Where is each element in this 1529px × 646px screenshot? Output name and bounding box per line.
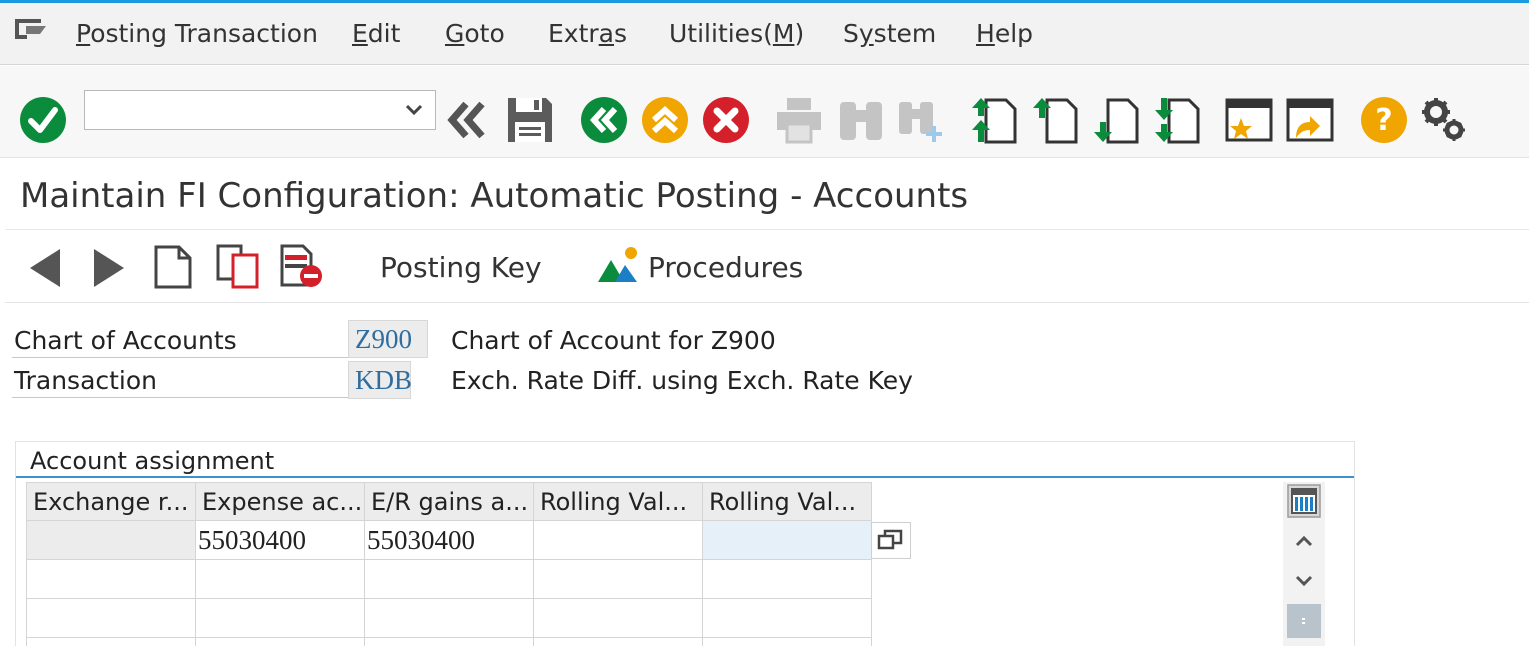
next-page-icon[interactable] xyxy=(1092,96,1140,144)
table-cell[interactable] xyxy=(195,598,365,638)
transaction-underline xyxy=(12,397,354,398)
table-cell[interactable]: 55030400 xyxy=(195,520,365,560)
save-icon[interactable] xyxy=(506,96,554,144)
posting-key-button[interactable]: Posting Key xyxy=(380,251,542,284)
print-icon xyxy=(777,98,821,144)
account-assignment-title: Account assignment xyxy=(30,447,275,475)
command-field[interactable] xyxy=(84,90,436,130)
table-cell[interactable] xyxy=(364,637,534,646)
next-entry-icon[interactable] xyxy=(91,247,127,289)
table-cell[interactable] xyxy=(195,637,365,646)
table-cell[interactable] xyxy=(533,637,703,646)
table-cell[interactable] xyxy=(26,520,196,560)
table-cell[interactable] xyxy=(195,559,365,599)
procedures-button[interactable]: Procedures xyxy=(648,251,803,284)
chart-of-accounts-label: Chart of Accounts xyxy=(14,326,237,355)
exit-icon[interactable] xyxy=(641,96,689,144)
value-help-button[interactable] xyxy=(871,522,911,559)
enter-icon[interactable] xyxy=(19,96,67,144)
table-header-row: Exchange r... Expense ac... E/R gains a.… xyxy=(26,482,872,521)
column-header-rolling-val-2[interactable]: Rolling Val... xyxy=(702,482,872,521)
menu-bar: Posting Transaction Edit Goto Extras Uti… xyxy=(0,3,1529,65)
transaction-description: Exch. Rate Diff. using Exch. Rate Key xyxy=(451,366,913,395)
find-next-icon xyxy=(899,102,942,142)
transaction-label: Transaction xyxy=(14,366,158,395)
help-icon[interactable]: ? xyxy=(1360,96,1408,144)
table-cell[interactable] xyxy=(26,559,196,599)
previous-page-icon[interactable] xyxy=(1031,96,1079,144)
first-page-icon[interactable] xyxy=(970,96,1018,144)
copy-as-icon[interactable] xyxy=(215,243,261,289)
table-scroll-column xyxy=(1283,482,1325,646)
chart-of-accounts-underline xyxy=(12,357,354,358)
application-toolbar: Posting Key Procedures xyxy=(5,231,1529,303)
table-row xyxy=(26,559,872,599)
new-entries-icon[interactable] xyxy=(153,245,193,289)
account-assignment-table: Exchange r... Expense ac... E/R gains a.… xyxy=(26,482,872,646)
column-header-rolling-val-1[interactable]: Rolling Val... xyxy=(533,482,703,521)
svg-text:?: ? xyxy=(1375,103,1392,138)
main-content: Chart of Accounts Z900 Chart of Account … xyxy=(5,304,1529,646)
scroll-down-icon[interactable] xyxy=(1287,564,1321,598)
table-cell[interactable] xyxy=(702,598,872,638)
chart-of-accounts-description: Chart of Account for Z900 xyxy=(451,326,776,355)
menu-posting-transaction[interactable]: Posting Transaction xyxy=(76,19,318,48)
scroll-up-icon[interactable] xyxy=(1287,524,1321,558)
table-cell[interactable] xyxy=(702,559,872,599)
table-cell[interactable] xyxy=(533,559,703,599)
table-cell[interactable] xyxy=(533,520,703,560)
column-header-expense-account[interactable]: Expense ac... xyxy=(195,482,365,521)
column-config-icon[interactable] xyxy=(1287,484,1321,518)
table-cell[interactable] xyxy=(702,637,872,646)
table-cell[interactable] xyxy=(364,598,534,638)
table-cell-focused[interactable] xyxy=(702,520,872,560)
create-session-icon[interactable] xyxy=(1225,96,1273,144)
table-row: 55030400 55030400 xyxy=(26,520,872,560)
delete-entry-icon[interactable] xyxy=(279,243,325,289)
value-help-icon xyxy=(877,529,903,550)
table-cell[interactable] xyxy=(26,637,196,646)
last-page-icon[interactable] xyxy=(1153,96,1201,144)
table-row xyxy=(26,598,872,638)
chart-of-accounts-field[interactable]: Z900 xyxy=(348,320,428,358)
account-assignment-separator xyxy=(16,476,1354,478)
standard-toolbar: ? xyxy=(0,66,1529,158)
page-title: Maintain FI Configuration: Automatic Pos… xyxy=(20,176,969,216)
menu-extras[interactable]: Extras xyxy=(548,19,627,48)
table-cell[interactable] xyxy=(26,598,196,638)
menu-goto[interactable]: Goto xyxy=(445,19,505,48)
back-double-arrow-icon[interactable] xyxy=(446,100,488,140)
menu-utilities[interactable]: Utilities(M) xyxy=(669,19,804,48)
transaction-field[interactable]: KDB xyxy=(348,361,412,399)
settings-icon[interactable] xyxy=(1420,96,1468,144)
menu-edit[interactable]: Edit xyxy=(352,19,400,48)
menu-help[interactable]: Help xyxy=(976,19,1033,48)
menu-system[interactable]: System xyxy=(843,19,936,48)
previous-entry-icon[interactable] xyxy=(27,247,63,289)
scrollbar-thumb[interactable] xyxy=(1287,604,1321,638)
table-cell[interactable]: 55030400 xyxy=(364,520,534,560)
create-shortcut-icon[interactable] xyxy=(1286,96,1334,144)
chevron-down-icon[interactable] xyxy=(405,101,423,119)
table-cell[interactable] xyxy=(533,598,703,638)
column-header-gains-account[interactable]: E/R gains a... xyxy=(364,482,534,521)
back-icon[interactable] xyxy=(580,96,628,144)
procedures-icon[interactable] xyxy=(597,245,639,283)
title-bar: Maintain FI Configuration: Automatic Pos… xyxy=(5,158,1529,230)
cancel-icon[interactable] xyxy=(702,96,750,144)
column-header-exchange-rate[interactable]: Exchange r... xyxy=(26,482,196,521)
table-cell[interactable] xyxy=(364,559,534,599)
table-row xyxy=(26,637,872,646)
find-icon xyxy=(840,102,882,140)
menu-icon[interactable] xyxy=(14,17,48,43)
